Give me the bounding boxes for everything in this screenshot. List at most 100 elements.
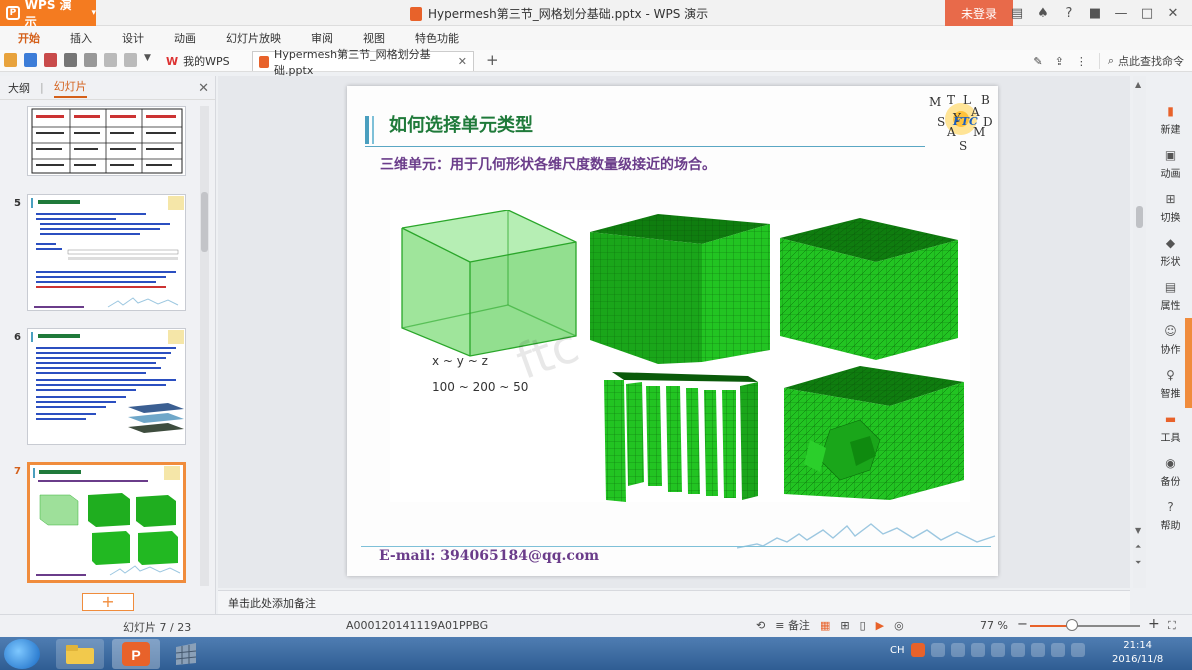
zoom-in-icon[interactable]: +: [1148, 616, 1160, 632]
slide-email[interactable]: E-mail: 394065184@qq.com: [379, 548, 599, 564]
window-controls: ▤ ♠ ? ■ — □ ✕: [1008, 0, 1192, 26]
close-icon[interactable]: ✕: [198, 81, 209, 96]
close-icon[interactable]: ✕: [458, 55, 467, 68]
thumbnail-list: 5 6 7: [0, 102, 196, 588]
network-icon[interactable]: [1010, 643, 1025, 657]
current-slide[interactable]: 如何选择单元类型 三维单元：用于几何形状各维尺度数量级接近的场合。 M T L …: [347, 86, 998, 576]
sidebar-item-property[interactable]: ▤ 属性: [1149, 280, 1192, 312]
clock-date: 2016/11/8: [1112, 654, 1164, 665]
skin-icon[interactable]: ▤: [1008, 6, 1026, 21]
tab-outline[interactable]: 大纲: [8, 80, 30, 96]
notes-toggle[interactable]: ≡ 备注: [775, 617, 810, 633]
start-button[interactable]: [4, 639, 40, 669]
slideshow-icon[interactable]: ▶: [876, 619, 884, 632]
fit-window-icon[interactable]: ⛶: [1168, 619, 1176, 633]
previous-slide-icon[interactable]: ⏶: [1135, 542, 1141, 552]
tab-view[interactable]: 视图: [363, 30, 385, 46]
sidebar-item-new[interactable]: ▮ 新建: [1149, 104, 1192, 136]
command-search[interactable]: ⌕ 点此查找命令: [1098, 53, 1184, 69]
more-icon[interactable]: ⋮: [1076, 55, 1087, 68]
app-menu-button[interactable]: P WPS 演示 ▾: [0, 0, 96, 29]
slide-subtitle[interactable]: 三维单元：用于几何形状各维尺度数量级接近的场合。: [380, 154, 716, 174]
wps-presentation-taskbar-button[interactable]: P: [112, 639, 160, 669]
sidebar-item-shape[interactable]: ◆ 形状: [1149, 236, 1192, 268]
tab-design[interactable]: 设计: [122, 30, 144, 46]
security-icon[interactable]: [990, 643, 1005, 657]
scrollbar-thumb[interactable]: [201, 192, 208, 252]
login-button[interactable]: 未登录: [945, 0, 1013, 26]
help-icon[interactable]: [930, 643, 945, 657]
slide-thumbnail-7[interactable]: [27, 462, 186, 583]
action-center-icon[interactable]: [1070, 643, 1085, 657]
tab-review[interactable]: 审阅: [311, 30, 333, 46]
reading-view-icon[interactable]: ▯: [860, 619, 866, 632]
tools-icon: ▬: [1164, 412, 1177, 426]
tab-home[interactable]: 开始: [18, 30, 40, 46]
sidebar-item-animation[interactable]: ▣ 动画: [1149, 148, 1192, 180]
scrollbar-thumb[interactable]: [1136, 206, 1143, 228]
slide-sorter-icon[interactable]: ⊞: [840, 619, 849, 632]
help-icon[interactable]: ?: [1060, 6, 1078, 21]
shirt-icon[interactable]: ♠: [1034, 6, 1052, 21]
language-indicator[interactable]: CH: [890, 645, 905, 656]
tab-slideshow[interactable]: 幻灯片放映: [226, 30, 281, 46]
slide-thumbnail-6[interactable]: [27, 328, 186, 445]
sidebar-item-transition[interactable]: ⊞ 切换: [1149, 192, 1192, 224]
notes-area[interactable]: 单击此处添加备注: [218, 590, 1130, 614]
sidebar-item-tools[interactable]: ▬ 工具: [1149, 412, 1192, 444]
zoom-level[interactable]: 77 %: [980, 619, 1008, 632]
sidebar-item-backup[interactable]: ◉ 备份: [1149, 456, 1192, 488]
export-pdf-icon[interactable]: [44, 53, 57, 67]
tab-slides[interactable]: 幻灯片: [53, 78, 87, 98]
maximize-icon[interactable]: □: [1138, 6, 1156, 21]
print-icon[interactable]: [64, 53, 77, 67]
minimize-icon[interactable]: —: [1112, 6, 1130, 21]
app-taskbar-button[interactable]: [162, 639, 210, 669]
sidebar-item-label: 形状: [1160, 257, 1181, 268]
sidebar-item-help[interactable]: ? 帮助: [1149, 500, 1192, 532]
sidebar-collapse-tab[interactable]: [1185, 318, 1192, 408]
open-icon[interactable]: [4, 53, 17, 67]
slide-title[interactable]: 如何选择单元类型: [389, 111, 533, 137]
new-tab-button[interactable]: +: [486, 51, 499, 69]
chevron-down-icon[interactable]: ▼: [144, 53, 157, 67]
logo-letter: M: [929, 95, 942, 109]
next-slide-icon[interactable]: ⏷: [1135, 558, 1141, 568]
slides-panel: 大纲 | 幻灯片 ✕ 5 6 7 +: [0, 76, 216, 614]
feedback-icon[interactable]: ■: [1086, 6, 1104, 21]
brush-icon[interactable]: ✎: [1033, 55, 1042, 68]
scroll-up-icon[interactable]: ▲: [1135, 80, 1141, 89]
taskbar-clock[interactable]: 21:14 2016/11/8: [1112, 639, 1163, 667]
thumbnail-scrollbar[interactable]: [200, 106, 209, 586]
zoom-out-icon[interactable]: −: [1017, 617, 1028, 632]
preview-icon[interactable]: [84, 53, 97, 67]
save-icon[interactable]: [24, 53, 37, 67]
canvas-scrollbar[interactable]: ▲ ▼ ⏶ ⏷: [1133, 76, 1146, 588]
tab-current-document[interactable]: Hypermesh第三节_网格划分基础.pptx ✕: [252, 48, 474, 77]
volume-icon[interactable]: [1030, 643, 1045, 657]
redo-icon[interactable]: [124, 53, 137, 67]
share-icon[interactable]: ⇪: [1055, 55, 1064, 68]
battery-icon[interactable]: [1050, 643, 1065, 657]
slide-thumbnail-5[interactable]: [27, 194, 186, 311]
slide-thumbnail-4[interactable]: [27, 106, 186, 176]
wps-logo-icon: P: [6, 6, 20, 20]
location-icon[interactable]: ◎: [894, 619, 904, 632]
zoom-slider-knob[interactable]: [1066, 619, 1078, 631]
input-method-icon[interactable]: [910, 643, 925, 657]
tab-features[interactable]: 特色功能: [415, 30, 459, 46]
keyboard-icon[interactable]: [970, 643, 985, 657]
explorer-taskbar-button[interactable]: [56, 639, 104, 669]
tab-my-wps[interactable]: W 我的WPS: [160, 51, 236, 71]
normal-view-icon[interactable]: ▦: [820, 619, 830, 632]
tab-insert[interactable]: 插入: [70, 30, 92, 46]
restore-icon[interactable]: ⟲: [756, 619, 765, 632]
add-slide-button[interactable]: +: [82, 593, 134, 611]
scroll-down-icon[interactable]: ▼: [1135, 526, 1141, 535]
close-icon[interactable]: ✕: [1164, 6, 1182, 21]
undo-icon[interactable]: [104, 53, 117, 67]
matlab-ftc-logo: M T L A B S A D Y M S FTC: [927, 89, 997, 157]
settings-icon[interactable]: [950, 643, 965, 657]
help-icon: ?: [1167, 500, 1174, 514]
tab-animation[interactable]: 动画: [174, 30, 196, 46]
